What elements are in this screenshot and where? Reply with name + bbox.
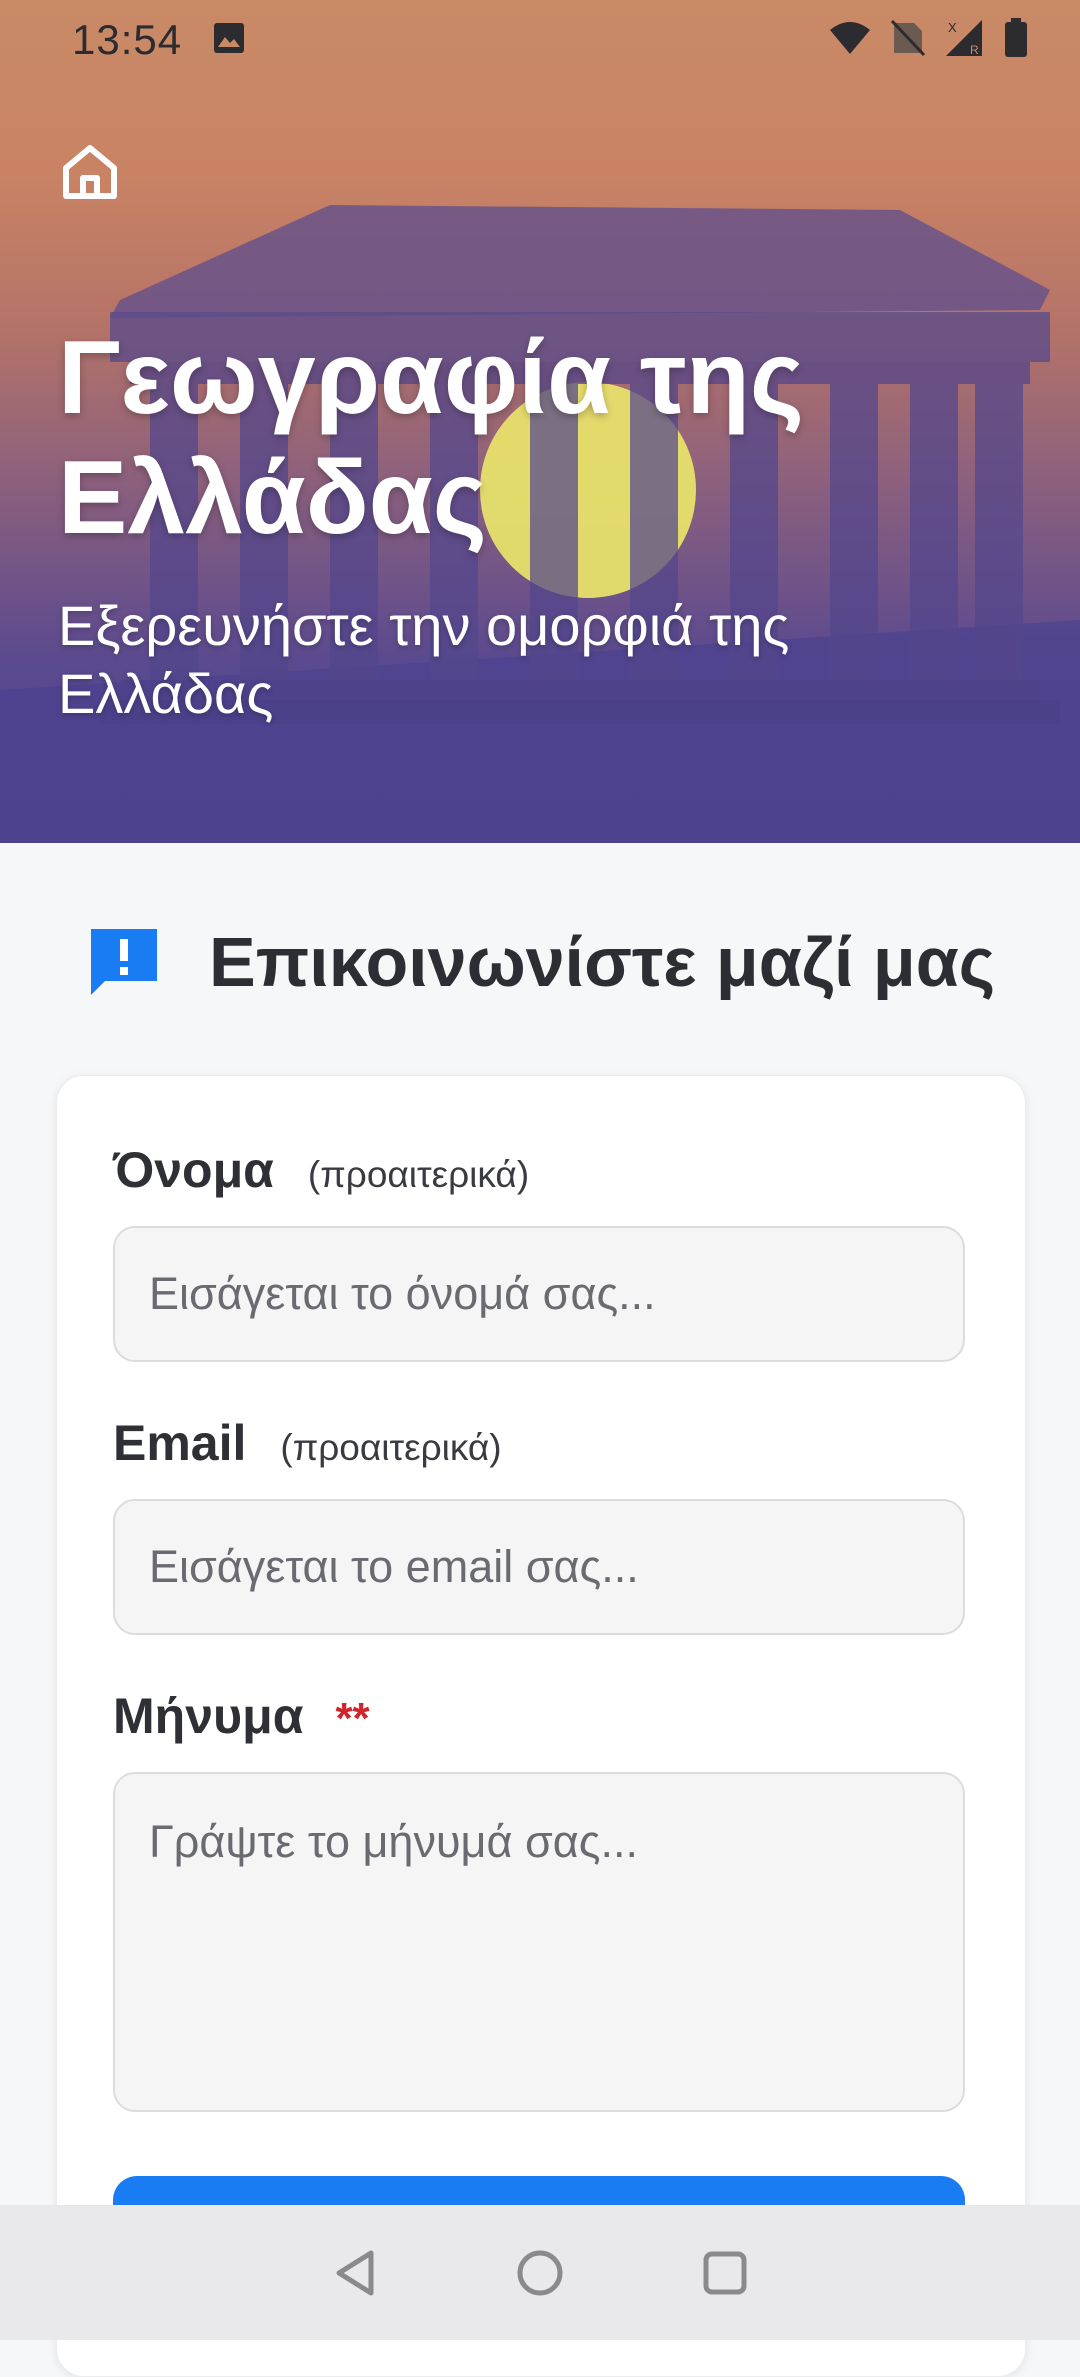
svg-text:R: R	[970, 43, 979, 57]
email-input[interactable]: Εισάγεται το email σας...	[113, 1499, 965, 1635]
message-label-row: Μήνυμα **	[113, 1687, 370, 1745]
home-nav-icon[interactable]	[515, 2248, 565, 2298]
required-mark: **	[335, 1694, 370, 1743]
feedback-icon	[91, 929, 157, 995]
hero-title: Γεωγραφία της Ελλάδας	[58, 320, 804, 556]
name-optional-hint: (προαιτερικά)	[307, 1154, 530, 1195]
system-nav-bar	[0, 2205, 1080, 2340]
message-placeholder: Γράψτε το μήνυμά σας...	[149, 1816, 638, 1867]
home-button[interactable]	[58, 140, 122, 204]
email-label: Email	[113, 1415, 247, 1471]
email-placeholder: Εισάγεται το email σας...	[149, 1541, 639, 1592]
name-placeholder: Εισάγεται το όνομά σας...	[149, 1268, 656, 1319]
status-time: 13:54	[72, 16, 183, 63]
contact-form-card: Όνομα (προαιτερικά) Εισάγεται το όνομά σ…	[56, 1075, 1026, 2377]
message-label: Μήνυμα	[113, 1688, 304, 1744]
email-optional-hint: (προαιτερικά)	[280, 1427, 502, 1468]
hero-banner: 13:54 X R Γεωγραφία της Ελλάδας Εξερευνή…	[0, 0, 1080, 843]
svg-text:X: X	[948, 20, 957, 35]
no-sim-icon	[890, 19, 926, 57]
back-icon[interactable]	[331, 2247, 379, 2299]
status-bar: 13:54 X R	[0, 0, 1080, 78]
home-icon	[63, 145, 117, 199]
recents-icon[interactable]	[701, 2249, 749, 2297]
contact-title: Επικοινωνίστε μαζί μας	[209, 923, 996, 1001]
image-icon	[214, 23, 244, 53]
hero-subtitle: Εξερευνήστε την ομορφιά της Ελλάδας	[58, 594, 790, 725]
name-label: Όνομα	[113, 1142, 274, 1198]
wifi-icon	[830, 22, 870, 54]
contact-heading: Επικοινωνίστε μαζί μας	[85, 922, 995, 1002]
name-label-row: Όνομα (προαιτερικά)	[113, 1141, 529, 1199]
name-input[interactable]: Εισάγεται το όνομά σας...	[113, 1226, 965, 1362]
message-textarea[interactable]: Γράψτε το μήνυμά σας...	[113, 1772, 965, 2112]
signal-icon: X R	[946, 20, 982, 57]
email-label-row: Email (προαιτερικά)	[113, 1414, 502, 1472]
battery-icon	[1005, 18, 1027, 57]
